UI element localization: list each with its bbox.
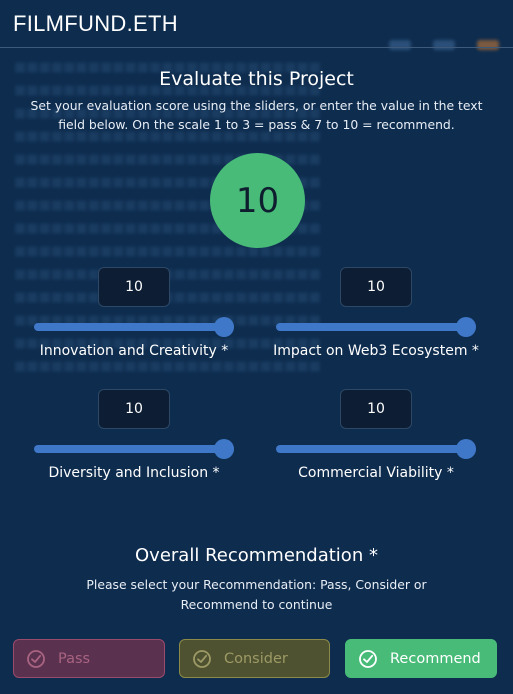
web3-impact-slider-thumb[interactable] xyxy=(456,317,476,337)
web3-impact-score-input[interactable] xyxy=(340,267,412,307)
consider-button-label: Consider xyxy=(224,650,288,667)
innovation-slider-thumb[interactable] xyxy=(214,317,234,337)
pass-button[interactable]: Pass xyxy=(13,639,165,678)
check-circle-icon xyxy=(193,649,211,668)
commercial-viability-slider-track[interactable] xyxy=(276,445,476,453)
innovation-score-input[interactable] xyxy=(98,267,170,307)
recommendation-subtitle: Please select your Recommendation: Pass,… xyxy=(86,577,427,612)
diversity-score-input[interactable] xyxy=(98,389,170,429)
web3-impact-label: Impact on Web3 Ecosystem * xyxy=(273,343,479,359)
diversity-label: Diversity and Inclusion * xyxy=(48,465,220,481)
check-circle-icon xyxy=(27,649,45,668)
overall-score-value: 10 xyxy=(235,180,280,221)
commercial-viability-score-input[interactable] xyxy=(340,389,412,429)
overall-score-badge: 10 xyxy=(210,153,305,248)
diversity-slider-thumb[interactable] xyxy=(214,439,234,459)
recommend-button-label: Recommend xyxy=(390,650,481,667)
recommend-button[interactable]: Recommend xyxy=(345,639,497,678)
commercial-viability-slider-thumb[interactable] xyxy=(456,439,476,459)
app-header: FILMFUND.ETH xyxy=(0,0,513,48)
commercial-viability-label: Commercial Viability * xyxy=(298,465,454,481)
modal-subtitle: Set your evaluation score using the slid… xyxy=(30,98,483,132)
innovation-slider-track[interactable] xyxy=(34,323,234,331)
consider-button[interactable]: Consider xyxy=(179,639,330,678)
brand-logo-text[interactable]: FILMFUND.ETH xyxy=(13,11,178,37)
check-circle-icon xyxy=(359,649,377,668)
modal-title: Evaluate this Project xyxy=(159,68,354,90)
diversity-slider-track[interactable] xyxy=(34,445,234,453)
innovation-label: Innovation and Creativity * xyxy=(39,343,229,359)
pass-button-label: Pass xyxy=(58,650,91,667)
recommendation-title: Overall Recommendation * xyxy=(135,545,378,566)
web3-impact-slider-track[interactable] xyxy=(276,323,476,331)
